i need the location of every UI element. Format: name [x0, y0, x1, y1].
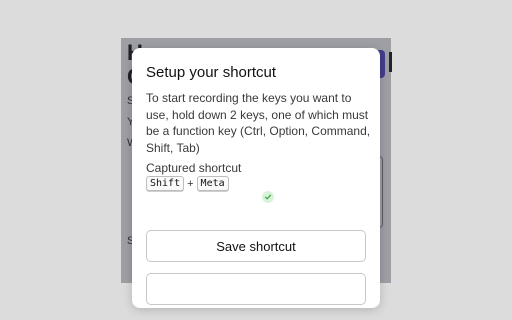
key-meta: Meta	[196, 176, 229, 191]
captured-shortcut-label: Captured shortcut	[146, 161, 242, 175]
key-separator: +	[187, 177, 194, 190]
secondary-button[interactable]	[146, 273, 366, 305]
dialog-description: To start recording the keys you want to …	[146, 91, 371, 155]
success-check-icon	[262, 191, 274, 203]
dialog-title: Setup your shortcut	[146, 64, 277, 81]
captured-shortcut-keys: Shift + Meta	[146, 176, 229, 191]
save-shortcut-button[interactable]: Save shortcut	[146, 230, 366, 262]
key-shift: Shift	[146, 176, 185, 191]
shortcut-dialog: Setup your shortcut To start recording t…	[132, 48, 380, 308]
